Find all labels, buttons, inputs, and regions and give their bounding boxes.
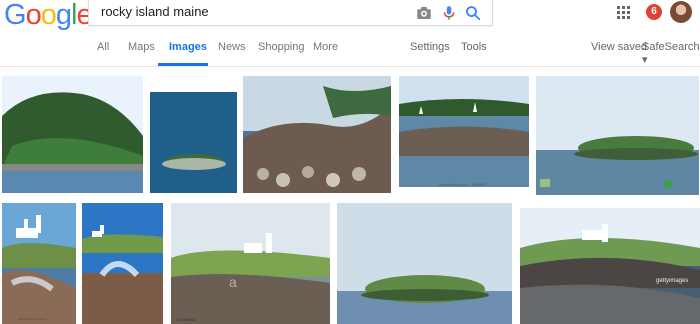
image-result-7[interactable] [82, 203, 163, 324]
tools-link[interactable]: Tools [461, 41, 487, 53]
tab-more[interactable]: More [313, 41, 338, 53]
tab-shopping[interactable]: Shopping [258, 41, 305, 53]
image-caption-3: BX0RW6E [177, 317, 197, 322]
tab-news[interactable]: News [218, 41, 246, 53]
google-logo[interactable]: Google [4, 0, 93, 31]
notifications-badge[interactable]: 6 [646, 4, 662, 20]
logo-letter-o1: o [25, 0, 42, 31]
image-result-1[interactable] [2, 76, 143, 193]
image-result-4[interactable]: www.alamy.com - JWR99Y [399, 76, 529, 187]
logo-letter-o2: o [40, 0, 57, 31]
logo-letter-g2: g [55, 0, 72, 31]
image-result-10[interactable]: gettyimages [520, 208, 700, 324]
image-result-3[interactable] [243, 76, 391, 193]
getty-watermark: gettyimages [656, 278, 688, 284]
view-saved-link[interactable]: View saved [591, 41, 647, 53]
safesearch-label: SafeSearch [642, 41, 700, 53]
search-icon[interactable] [464, 4, 482, 22]
apps-icon[interactable] [617, 6, 631, 20]
search-input[interactable]: rocky island maine [101, 4, 209, 19]
avatar[interactable] [670, 1, 692, 23]
image-result-2[interactable] [150, 92, 237, 193]
settings-link[interactable]: Settings [410, 41, 450, 53]
camera-icon[interactable] [415, 4, 433, 22]
alamy-watermark: a [229, 274, 237, 290]
tab-images[interactable]: Images [169, 41, 207, 53]
image-result-5[interactable] [536, 76, 699, 195]
search-box[interactable]: rocky island maine [88, 0, 493, 26]
active-tab-indicator [158, 63, 208, 66]
search-tabs: All Maps Images News Shopping More Setti… [0, 41, 700, 66]
image-caption-1: www.alamy.com - JWR99Y [439, 182, 487, 187]
safesearch-menu[interactable]: SafeSearch ▾ [642, 41, 700, 66]
image-caption-2: www.alamy.com [18, 316, 47, 321]
image-result-8[interactable]: a BX0RW6E [171, 203, 330, 324]
microphone-icon[interactable] [440, 4, 458, 22]
header: Google rocky island maine 6 All Maps Ima… [0, 0, 700, 67]
tab-maps[interactable]: Maps [128, 41, 155, 53]
logo-letter-g: G [4, 0, 27, 31]
image-result-6[interactable]: www.alamy.com [2, 203, 76, 324]
image-result-9[interactable] [337, 203, 512, 324]
tab-all[interactable]: All [97, 41, 109, 53]
